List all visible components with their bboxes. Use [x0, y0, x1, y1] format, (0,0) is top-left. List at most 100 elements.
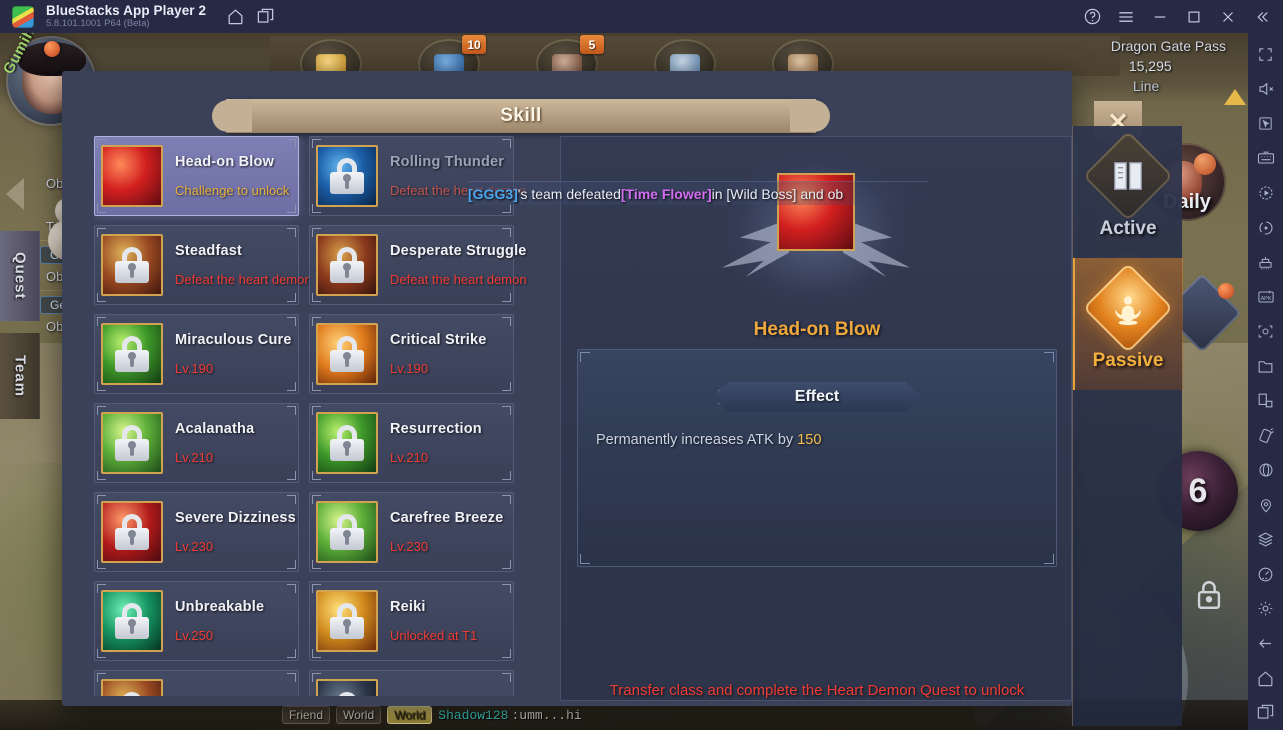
- skill-name: Severe Dizziness: [175, 510, 296, 526]
- recents-icon[interactable]: [1248, 695, 1283, 730]
- effect-value: 150: [797, 432, 822, 448]
- skill-dialog: Skill ✕ Head-on Blow Challenge to unlock R…: [62, 71, 1183, 726]
- help-icon[interactable]: [1075, 2, 1109, 32]
- skill-text-group: Head-on Blow Challenge to unlock: [175, 154, 298, 198]
- location-icon[interactable]: [1248, 488, 1283, 523]
- chat-speaker-name[interactable]: Shadow128: [438, 708, 508, 723]
- hud-orb-3-badge: 5: [580, 35, 604, 54]
- game-viewport[interactable]: 10 5 Gumiho 16 BP 56661 Dragon Gate Pass…: [0, 33, 1248, 730]
- back-icon[interactable]: [1248, 626, 1283, 661]
- expand-triangle-icon[interactable]: [1224, 89, 1246, 105]
- hud-orb-2-badge: 10: [462, 35, 486, 54]
- home-icon[interactable]: [220, 2, 250, 32]
- notify-player: [GGG3]: [468, 185, 518, 202]
- minimize-icon[interactable]: [1143, 2, 1177, 32]
- media-folder-icon[interactable]: [1248, 349, 1283, 384]
- skill-card[interactable]: Steadfast Defeat the heart demon: [94, 225, 312, 305]
- fullscreen-icon[interactable]: [1248, 37, 1283, 72]
- cursor-icon[interactable]: [1248, 106, 1283, 141]
- skill-detail-name: Head-on Blow: [753, 319, 881, 340]
- dialog-title: Skill: [500, 105, 542, 126]
- card-corner: [502, 495, 511, 504]
- skill-name: Carefree Breeze: [390, 510, 504, 526]
- card-corner: [287, 204, 296, 213]
- lock-icon: [115, 514, 149, 550]
- skill-name: Devouring Rage: [175, 696, 298, 697]
- chat-channel-selected[interactable]: World: [387, 706, 433, 724]
- card-corner: [502, 649, 511, 658]
- card-corner: [502, 406, 511, 415]
- collapse-left-panel-arrow[interactable]: [6, 178, 24, 210]
- skill-text-group: Steadfast Defeat the heart demon: [175, 243, 312, 287]
- card-corner: [502, 204, 511, 213]
- screenshot-icon[interactable]: [1248, 314, 1283, 349]
- skill-icon: [316, 501, 378, 563]
- skill-requirement: Challenge to unlock: [175, 183, 290, 198]
- skill-card[interactable]: Miraculous Cure Lv.190: [94, 314, 299, 394]
- skill-card[interactable]: Severe Dizziness Lv.230: [94, 492, 299, 572]
- meditation-icon: [1107, 292, 1149, 335]
- tab-active[interactable]: Active: [1073, 126, 1183, 258]
- chat-notification-toast: [GGG3]'s team defeated [Time Flower] in …: [468, 181, 928, 205]
- gyroscope-icon[interactable]: [1248, 453, 1283, 488]
- lock-icon: [330, 514, 364, 550]
- skill-card[interactable]: Critical Strike Lv.190: [309, 314, 514, 394]
- home-nav-icon[interactable]: [1248, 661, 1283, 696]
- skill-name: Rolling Thunder: [390, 154, 505, 170]
- lock-icon: [1192, 578, 1226, 612]
- skill-name: Steadfast: [175, 243, 243, 259]
- lock-icon: [330, 692, 364, 696]
- skill-card[interactable]: Desperate Struggle Defeat the heart demon: [309, 225, 527, 305]
- settings-icon[interactable]: [1248, 592, 1283, 627]
- multi-instance-icon[interactable]: [250, 2, 280, 32]
- dragon-gate-pass-info: Dragon Gate Pass 15,295 Line: [1111, 38, 1226, 94]
- tab-passive[interactable]: Passive: [1073, 258, 1183, 390]
- diamond-notification-dot: [1218, 283, 1234, 299]
- skill-card[interactable]: Thunder: [309, 670, 514, 696]
- skill-card[interactable]: Devouring Rage: [94, 670, 299, 696]
- screen-split-icon[interactable]: [1248, 384, 1283, 419]
- tab-active-label: Active: [1099, 218, 1157, 239]
- lock-icon: [115, 336, 149, 372]
- skill-card[interactable]: Resurrection Lv.210: [309, 403, 514, 483]
- shake-icon[interactable]: [1248, 418, 1283, 453]
- keyboard-icon[interactable]: [1248, 141, 1283, 176]
- maximize-icon[interactable]: [1177, 2, 1211, 32]
- chat-chip-world[interactable]: World: [336, 706, 382, 724]
- close-icon[interactable]: [1211, 2, 1245, 32]
- install-apk-icon[interactable]: APK: [1248, 280, 1283, 315]
- card-corner: [502, 139, 511, 148]
- skill-name: Acalanatha: [175, 421, 255, 437]
- collapse-sidebar-icon[interactable]: [1245, 2, 1279, 32]
- skill-name: Miraculous Cure: [175, 332, 292, 348]
- skill-text-group: Devouring Rage: [175, 696, 298, 697]
- skill-card[interactable]: Head-on Blow Challenge to unlock: [94, 136, 299, 216]
- svg-text:APK: APK: [1260, 296, 1271, 302]
- skill-requirement: Lv.230: [175, 539, 214, 554]
- skill-icon: [101, 412, 163, 474]
- skill-text-group: Critical Strike Lv.190: [390, 332, 513, 376]
- skill-card[interactable]: Unbreakable Lv.250: [94, 581, 299, 661]
- macro-play-icon[interactable]: [1248, 176, 1283, 211]
- skill-card[interactable]: Acalanatha Lv.210: [94, 403, 299, 483]
- skill-card[interactable]: Carefree Breeze Lv.230: [309, 492, 514, 572]
- app-version: 5.8.101.1001 P64 (Beta): [46, 18, 150, 30]
- skill-name: Resurrection: [390, 421, 482, 437]
- rotate-icon[interactable]: [1248, 210, 1283, 245]
- game-tab-team[interactable]: Team: [0, 333, 40, 419]
- multi-instance-sync-icon[interactable]: [1248, 245, 1283, 280]
- performance-icon[interactable]: [1248, 557, 1283, 592]
- skill-card[interactable]: Reiki Unlocked at T1: [309, 581, 514, 661]
- hamburger-menu-icon[interactable]: [1109, 2, 1143, 32]
- layers-icon[interactable]: [1248, 522, 1283, 557]
- skill-requirement: Lv.250: [175, 628, 214, 643]
- card-corner: [287, 584, 296, 593]
- skill-name: Head-on Blow: [175, 154, 275, 170]
- mute-icon[interactable]: [1248, 72, 1283, 107]
- chat-chip-friend[interactable]: Friend: [282, 706, 331, 724]
- skill-icon: [316, 145, 378, 207]
- bluestacks-titlebar: BlueStacks App Player 2 5.8.101.1001 P64…: [0, 0, 1283, 33]
- skill-list[interactable]: Head-on Blow Challenge to unlock Rolling T…: [94, 136, 544, 696]
- game-tab-quest[interactable]: Quest: [0, 231, 40, 321]
- unlock-requirement-note: Transfer class and complete the Heart De…: [609, 682, 1025, 699]
